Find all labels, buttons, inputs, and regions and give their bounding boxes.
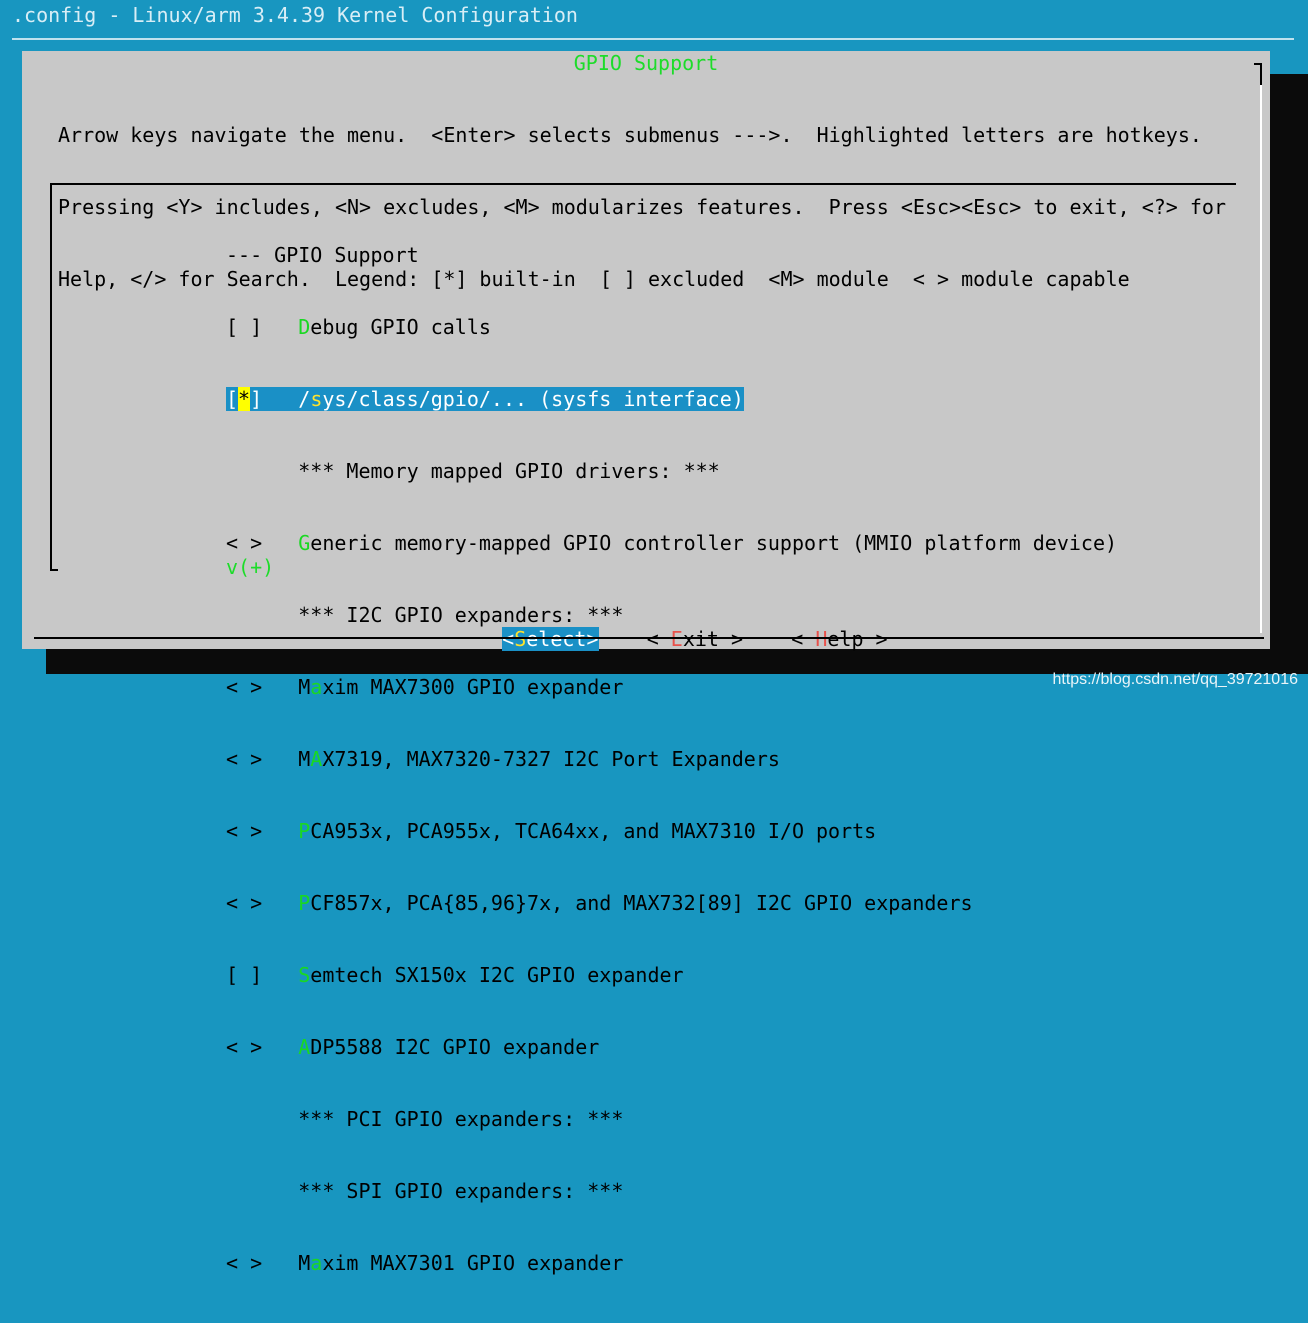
exit-button[interactable]: < Exit >	[647, 627, 743, 651]
menu-item-max7300[interactable]: < > Maxim MAX7300 GPIO expander	[226, 675, 1117, 699]
menu-comment-pci-expanders: *** PCI GPIO expanders: ***	[298, 1107, 624, 1131]
button-bar: <Select> < Exit > < Help >	[454, 603, 888, 675]
select-button[interactable]: <Select>	[502, 627, 599, 651]
dialog-border-right	[1260, 85, 1262, 633]
menu-item-generic-mmio[interactable]: < > Generic memory-mapped GPIO controlle…	[226, 531, 1117, 555]
hotkey-letter: H	[815, 627, 828, 651]
hotkey-letter: E	[670, 627, 683, 651]
hotkey-letter: A	[298, 1035, 311, 1059]
menu-item-max7319[interactable]: < > MAX7319, MAX7320-7327 I2C Port Expan…	[226, 747, 1117, 771]
hotkey-letter: A	[310, 747, 323, 771]
menu-item-adp5588[interactable]: < > ADP5588 I2C GPIO expander	[226, 1035, 1117, 1059]
hotkey-letter: G	[298, 531, 311, 555]
help-line: Arrow keys navigate the menu. <Enter> se…	[58, 123, 1202, 147]
title-divider	[12, 38, 1294, 40]
menu-item-debug-gpio-calls[interactable]: [ ] Debug GPIO calls	[226, 315, 1117, 339]
menu-item-pca953x[interactable]: < > PCA953x, PCA955x, TCA64xx, and MAX73…	[226, 819, 1117, 843]
hotkey-letter: s	[310, 387, 323, 411]
menu-list: --- GPIO Support [ ] Debug GPIO calls [*…	[226, 195, 1117, 1323]
dialog-bottom-divider	[34, 637, 1264, 639]
dialog-border-corner	[1254, 63, 1262, 87]
menu-comment-memory-mapped: *** Memory mapped GPIO drivers: ***	[298, 459, 720, 483]
menu-item-gpio-support-header[interactable]: --- GPIO Support	[226, 243, 1117, 267]
window-title: .config - Linux/arm 3.4.39 Kernel Config…	[12, 3, 578, 27]
menu-item-sx150x[interactable]: [ ] Semtech SX150x I2C GPIO expander	[226, 963, 1117, 987]
hotkey-letter: a	[310, 1251, 323, 1275]
selected-checkbox-mark: *	[238, 387, 251, 411]
hotkey-letter: S	[298, 963, 311, 987]
gpio-support-dialog: GPIO Support Arrow keys navigate the men…	[22, 51, 1270, 1275]
watermark-url: https://blog.csdn.net/qq_39721016	[1052, 671, 1298, 688]
menu-item-sysfs-interface[interactable]: [*] /sys/class/gpio/... (sysfs interface…	[226, 387, 744, 411]
menu-box-corner	[50, 561, 58, 571]
scroll-more-indicator[interactable]: v(+)	[226, 555, 274, 579]
dialog-title: GPIO Support	[573, 51, 719, 75]
hotkey-letter: a	[310, 675, 323, 699]
hotkey-letter: P	[298, 891, 311, 915]
menu-comment-spi-expanders: *** SPI GPIO expanders: ***	[298, 1179, 624, 1203]
hotkey-letter: S	[514, 627, 527, 651]
hotkey-letter: D	[298, 315, 311, 339]
menu-item-pcf857x[interactable]: < > PCF857x, PCA{85,96}7x, and MAX732[89…	[226, 891, 1117, 915]
hotkey-letter: P	[298, 819, 311, 843]
help-button[interactable]: < Help >	[791, 627, 887, 651]
menu-item-max7301[interactable]: < > Maxim MAX7301 GPIO expander	[226, 1251, 1117, 1275]
